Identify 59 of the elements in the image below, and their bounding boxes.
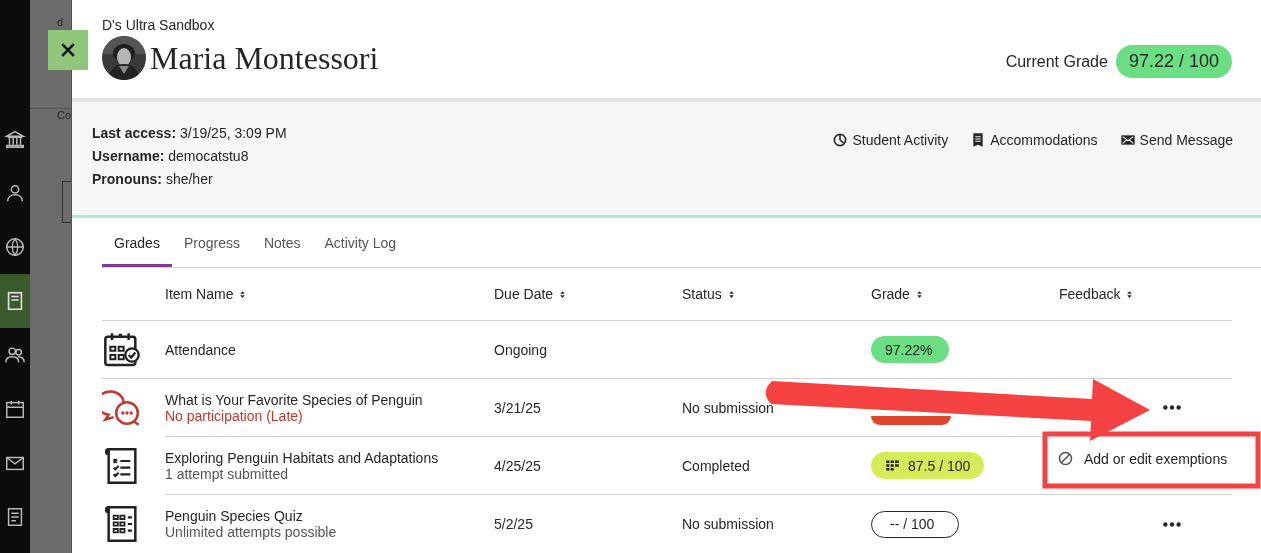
chat-bubbles-icon	[102, 387, 142, 428]
due-date: 4/25/25	[494, 457, 541, 474]
sort-icon	[914, 288, 924, 300]
due-date: 5/2/25	[494, 516, 533, 532]
menu-item[interactable]: Add or edit exemptions	[1045, 435, 1228, 467]
calculator-icon	[885, 458, 900, 473]
column-header[interactable]: Item Name	[165, 286, 234, 302]
pie-chart-icon	[832, 131, 849, 148]
close-button[interactable]	[48, 30, 88, 70]
tab[interactable]: Grades	[102, 217, 172, 267]
item-detail: 1 attempt submitted	[165, 465, 288, 482]
current-grade-label: Current Grade	[1005, 52, 1108, 71]
due-date: Ongoing	[494, 341, 547, 358]
action-link[interactable]: Send Message	[1119, 131, 1233, 148]
nav-item[interactable]	[0, 274, 30, 328]
status-text: No submission	[682, 516, 774, 532]
person-icon	[4, 182, 26, 204]
info-field: Pronouns: she/her	[92, 170, 287, 187]
action-link[interactable]: Student Activity	[832, 131, 949, 148]
grade-pill[interactable]: 97.22%	[871, 336, 949, 363]
tab[interactable]: Activity Log	[312, 217, 409, 267]
globe-icon	[4, 236, 26, 258]
student-name: Maria Montessori	[150, 39, 379, 77]
info-field: Last access: 3/19/25, 3:09 PM	[92, 124, 287, 141]
prohibited-icon	[1057, 450, 1074, 467]
action-link[interactable]: Accommodations	[970, 131, 1098, 148]
sort-icon	[726, 288, 736, 300]
more-icon	[1163, 521, 1181, 527]
course-name: D's Ultra Sandbox	[102, 17, 216, 33]
tab[interactable]: Progress	[171, 217, 252, 267]
item-detail: Unlimited attempts possible	[165, 524, 337, 540]
item-name[interactable]: Attendance	[165, 341, 236, 358]
calendar-icon	[4, 398, 26, 420]
backdrop-text: Co	[30, 108, 71, 121]
more-button[interactable]	[1163, 405, 1181, 410]
sort-icon	[1125, 288, 1135, 300]
column-header[interactable]: Feedback	[1059, 286, 1121, 302]
column-header[interactable]: Status	[682, 286, 722, 302]
grade-pill[interactable]	[871, 415, 951, 425]
more-icon	[1163, 405, 1181, 410]
more-button[interactable]	[1163, 521, 1181, 527]
info-field: Username: democatstu8	[92, 147, 287, 164]
grade-pill[interactable]: -- / 100	[871, 510, 959, 538]
status-text: No submission	[682, 399, 774, 416]
institution-icon	[4, 128, 26, 150]
status-text: Completed	[682, 457, 750, 474]
item-name[interactable]: What is Your Favorite Species of Penguin	[165, 391, 423, 408]
column-header[interactable]: Grade	[871, 286, 910, 302]
column-header[interactable]: Due Date	[494, 286, 554, 302]
sort-icon	[558, 288, 568, 300]
grade-pill[interactable]: 87.5 / 100	[871, 452, 985, 479]
tab[interactable]: Notes	[251, 217, 313, 267]
item-name[interactable]: Exploring Penguin Habitats and Adaptations	[165, 449, 439, 466]
current-grade-pill: 97.22 / 100	[1115, 45, 1232, 78]
item-detail: No participation (Late)	[165, 407, 303, 424]
due-date: 3/21/25	[494, 399, 541, 416]
backdrop-text: d	[56, 16, 65, 28]
item-name[interactable]: Penguin Species Quiz	[165, 508, 303, 524]
sort-icon	[238, 288, 248, 300]
